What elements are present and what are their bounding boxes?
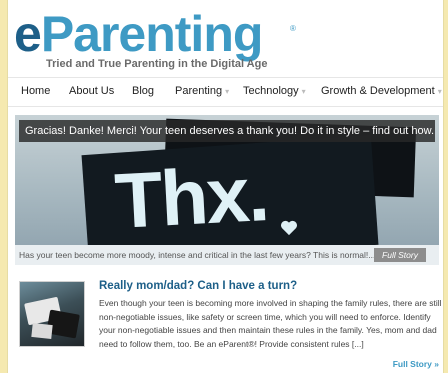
article-title[interactable]: Really mom/dad? Can I have a turn? — [99, 280, 297, 292]
nav-item-label: Home — [21, 85, 51, 97]
heart-icon — [281, 220, 297, 236]
article-excerpt: Even though your teen is becoming more i… — [99, 298, 442, 349]
article-full-story-link[interactable]: Full Story » — [393, 359, 439, 369]
nav-item-growth-development[interactable]: Growth & Development ▾ — [321, 85, 442, 97]
logo-wordmark: eParenting — [14, 6, 264, 62]
full-story-button[interactable]: Full Story — [374, 248, 426, 262]
nav-item-blog[interactable]: Blog — [132, 85, 154, 97]
chevron-down-icon: ▾ — [301, 87, 306, 96]
main-nav: Home About Us Blog Parenting ▾ Technology… — [8, 77, 443, 107]
nav-item-label: Technology — [243, 85, 299, 97]
nav-item-label: About Us — [69, 85, 115, 97]
logo-e: e — [14, 6, 42, 62]
nav-item-label: Blog — [132, 85, 155, 97]
site-logo[interactable]: eParenting ® Tried and True Parenting in… — [14, 6, 304, 72]
article-thumbnail[interactable] — [19, 281, 85, 347]
image-card-text: Thx. — [112, 149, 270, 245]
page: eParenting ® Tried and True Parenting in… — [7, 0, 444, 373]
featured-image[interactable]: Thx. Gracias! Danke! Merci! Your teen de… — [15, 115, 439, 245]
chevron-down-icon: ▾ — [225, 87, 230, 96]
featured-headline[interactable]: Gracias! Danke! Merci! Your teen deserve… — [19, 120, 435, 142]
logo-text: Parenting — [40, 6, 264, 62]
site-tagline: Tried and True Parenting in the Digital … — [46, 58, 268, 70]
thumbnail-device — [31, 322, 53, 340]
featured-slider[interactable]: Thx. Gracias! Danke! Merci! Your teen de… — [15, 115, 439, 265]
nav-item-technology[interactable]: Technology ▾ — [243, 85, 306, 97]
nav-item-label: Parenting — [175, 85, 223, 97]
nav-item-about-us[interactable]: About Us — [69, 85, 114, 97]
chevron-down-icon: ▾ — [437, 87, 442, 96]
article-item: Really mom/dad? Can I have a turn? Even … — [15, 278, 442, 373]
logo-registered-mark: ® — [290, 24, 296, 33]
nav-item-home[interactable]: Home — [21, 85, 50, 97]
nav-item-parenting[interactable]: Parenting ▾ — [175, 85, 229, 97]
nav-item-label: Growth & Development — [321, 85, 435, 97]
